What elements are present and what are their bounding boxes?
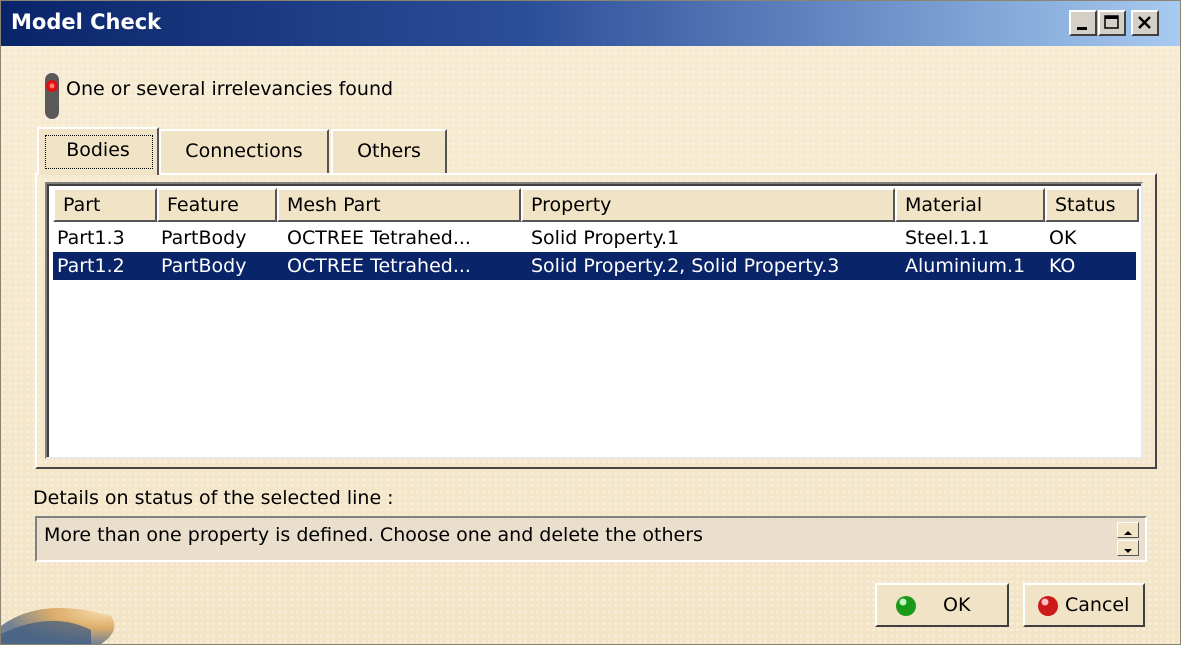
cell-status: OK xyxy=(1049,227,1077,249)
window-title: Model Check xyxy=(11,10,162,34)
table-row-selected[interactable]: Part1.2 PartBody OCTREE Tetrahed... Soli… xyxy=(53,252,1136,280)
column-header-material[interactable]: Material xyxy=(895,188,1045,222)
column-header-feature[interactable]: Feature xyxy=(157,188,277,222)
close-icon xyxy=(1138,16,1151,29)
details-label: Details on status of the selected line : xyxy=(33,487,394,509)
ok-label: OK xyxy=(943,594,971,616)
title-bar[interactable]: Model Check xyxy=(1,1,1180,46)
ok-button[interactable]: OK xyxy=(875,583,1009,627)
table-row[interactable]: Part1.3 PartBody OCTREE Tetrahed... Soli… xyxy=(53,224,1136,252)
arrow-up-icon xyxy=(1124,531,1132,535)
cell-mesh-part: OCTREE Tetrahed... xyxy=(287,227,471,249)
column-header-mesh-part[interactable]: Mesh Part xyxy=(277,188,521,222)
model-check-dialog: Model Check One or several irrelevancies… xyxy=(0,0,1181,645)
cancel-button[interactable]: Cancel xyxy=(1023,583,1145,627)
list-header: Part Feature Mesh Part Property Material… xyxy=(53,188,1141,223)
cell-feature: PartBody xyxy=(161,255,247,277)
tab-connections-label: Connections xyxy=(185,140,303,162)
arrow-down-icon xyxy=(1124,549,1132,553)
cell-material: Aluminium.1 xyxy=(905,255,1026,277)
cell-material: Steel.1.1 xyxy=(905,227,990,249)
cell-mesh-part: OCTREE Tetrahed... xyxy=(287,255,471,277)
cell-property: Solid Property.1 xyxy=(531,227,680,249)
logo-swirl-icon xyxy=(1,608,115,644)
column-header-status[interactable]: Status xyxy=(1045,188,1139,222)
green-ball-icon xyxy=(896,596,916,616)
details-text: More than one property is defined. Choos… xyxy=(44,524,703,546)
minimize-icon xyxy=(1077,27,1087,30)
red-ball-icon xyxy=(1038,596,1058,616)
column-header-part[interactable]: Part xyxy=(53,188,157,222)
status-message: One or several irrelevancies found xyxy=(66,78,394,100)
tab-bodies[interactable]: Bodies xyxy=(37,127,159,175)
cell-feature: PartBody xyxy=(161,227,247,249)
tab-bodies-label: Bodies xyxy=(66,139,130,161)
tab-others[interactable]: Others xyxy=(331,129,447,173)
cell-part: Part1.2 xyxy=(57,255,125,277)
scroll-down-button[interactable] xyxy=(1117,540,1139,556)
maximize-button[interactable] xyxy=(1098,10,1126,36)
bodies-list[interactable]: Part Feature Mesh Part Property Material… xyxy=(45,182,1143,459)
cell-property: Solid Property.2, Solid Property.3 xyxy=(531,255,840,277)
cell-status: KO xyxy=(1049,255,1076,277)
tab-others-label: Others xyxy=(357,140,421,162)
close-button[interactable] xyxy=(1131,10,1159,36)
maximize-icon xyxy=(1104,15,1119,29)
cancel-label: Cancel xyxy=(1065,594,1130,616)
traffic-light-icon xyxy=(45,73,59,119)
minimize-button[interactable] xyxy=(1069,10,1097,36)
details-text-field[interactable]: More than one property is defined. Choos… xyxy=(35,516,1147,562)
scroll-up-button[interactable] xyxy=(1117,522,1139,538)
column-header-property[interactable]: Property xyxy=(521,188,895,222)
cell-part: Part1.3 xyxy=(57,227,125,249)
tab-connections[interactable]: Connections xyxy=(159,129,329,173)
